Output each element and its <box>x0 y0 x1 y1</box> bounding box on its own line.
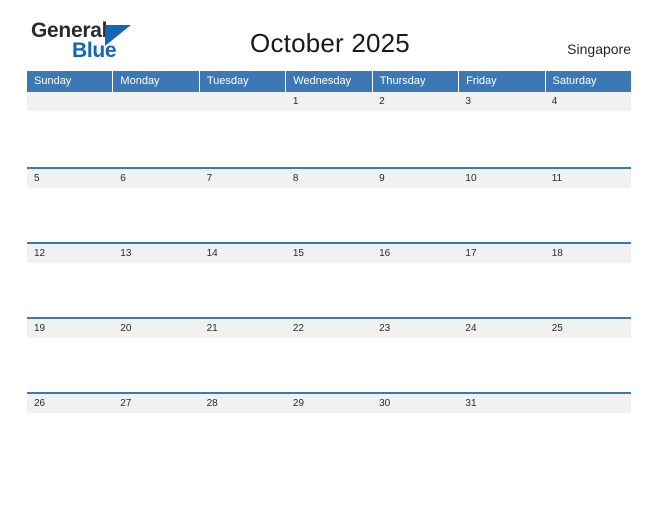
calendar-day-cell[interactable]: 15 <box>285 244 373 317</box>
calendar-day-cell[interactable]: 10 <box>458 169 545 242</box>
page-title: October 2025 <box>250 28 410 58</box>
calendar-day-cell[interactable]: 26 <box>27 394 114 467</box>
calendar-day-cell[interactable]: 30 <box>372 394 459 467</box>
weekday-header-monday: Monday <box>113 71 199 92</box>
calendar-day-cell[interactable]: 9 <box>372 169 459 242</box>
calendar-day-cell[interactable]: 14 <box>199 244 286 317</box>
day-band <box>372 169 459 188</box>
calendar-week-row: 19 20 21 22 23 24 25 <box>27 317 631 392</box>
calendar-day-cell[interactable]: 1 <box>285 92 373 165</box>
day-band <box>285 169 373 188</box>
calendar-day-cell[interactable]: 31 <box>458 394 545 467</box>
calendar-day-cell[interactable]: 20 <box>113 319 200 392</box>
day-band <box>199 92 286 111</box>
day-band <box>544 92 631 111</box>
calendar-day-cell[interactable]: 25 <box>544 319 631 392</box>
weekday-header-friday: Friday <box>459 71 545 92</box>
day-number: 17 <box>465 248 477 259</box>
day-number: 12 <box>34 248 46 259</box>
day-number: 22 <box>292 323 304 334</box>
day-band <box>27 92 114 111</box>
calendar-day-cell[interactable]: 11 <box>544 169 631 242</box>
calendar-day-cell[interactable]: 23 <box>372 319 459 392</box>
day-band <box>372 92 459 111</box>
day-number: 5 <box>34 173 40 184</box>
calendar-day-cell[interactable]: 27 <box>113 394 200 467</box>
calendar-day-cell[interactable]: 2 <box>372 92 459 165</box>
day-number: 11 <box>551 173 563 184</box>
calendar-day-cell[interactable]: 24 <box>458 319 545 392</box>
weekday-header-thursday: Thursday <box>372 71 459 92</box>
calendar-week-row: 1 2 3 4 <box>27 92 631 167</box>
calendar-day-cell[interactable]: 7 <box>199 169 286 242</box>
day-number: 27 <box>120 398 132 409</box>
day-band <box>199 169 286 188</box>
day-band <box>544 394 631 413</box>
calendar-day-cell[interactable] <box>27 92 114 165</box>
day-band <box>113 169 200 188</box>
day-number: 21 <box>206 323 218 334</box>
calendar-day-cell[interactable] <box>113 92 200 165</box>
calendar-day-cell[interactable]: 29 <box>285 394 373 467</box>
weekday-header-row: Sunday Monday Tuesday Wednesday Thursday… <box>27 71 631 92</box>
calendar-day-cell[interactable]: 13 <box>113 244 200 317</box>
calendar-week-row: 12 13 14 15 16 17 18 <box>27 242 631 317</box>
weekday-header-wednesday: Wednesday <box>286 71 372 92</box>
calendar-day-cell[interactable]: 3 <box>458 92 545 165</box>
day-number: 29 <box>292 398 304 409</box>
day-number: 18 <box>551 248 563 259</box>
day-number: 31 <box>465 398 477 409</box>
day-band <box>113 92 200 111</box>
day-number: 9 <box>379 173 385 184</box>
calendar-day-cell[interactable]: 8 <box>285 169 373 242</box>
calendar-day-cell[interactable]: 19 <box>27 319 114 392</box>
day-number: 24 <box>465 323 477 334</box>
calendar-day-cell[interactable]: 28 <box>199 394 286 467</box>
calendar-week-row: 26 27 28 29 30 31 <box>27 392 631 467</box>
day-number: 14 <box>206 248 218 259</box>
day-number: 15 <box>292 248 304 259</box>
calendar-day-cell[interactable]: 21 <box>199 319 286 392</box>
day-number: 1 <box>292 96 299 107</box>
calendar-day-cell[interactable]: 12 <box>27 244 114 317</box>
day-number: 23 <box>379 323 391 334</box>
calendar-day-cell[interactable] <box>544 394 631 467</box>
day-band <box>458 92 545 111</box>
day-band <box>285 92 373 111</box>
day-number: 13 <box>120 248 132 259</box>
day-number: 19 <box>34 323 46 334</box>
day-number: 4 <box>551 96 558 107</box>
day-number: 25 <box>551 323 563 334</box>
weekday-header-tuesday: Tuesday <box>199 71 286 92</box>
day-number: 10 <box>465 173 477 184</box>
calendar-day-cell[interactable]: 6 <box>113 169 200 242</box>
day-number: 16 <box>379 248 391 259</box>
calendar-day-cell[interactable]: 17 <box>458 244 545 317</box>
day-number: 6 <box>120 173 126 184</box>
calendar-table: Sunday Monday Tuesday Wednesday Thursday… <box>27 71 631 467</box>
day-number: 20 <box>120 323 132 334</box>
day-number: 2 <box>379 96 385 107</box>
calendar-week-row: 5 6 7 8 9 10 11 <box>27 167 631 242</box>
calendar-day-cell[interactable] <box>199 92 286 165</box>
day-number: 8 <box>292 173 299 184</box>
day-number: 26 <box>34 398 46 409</box>
weekday-header-saturday: Saturday <box>545 71 631 92</box>
calendar-day-cell[interactable]: 4 <box>544 92 631 165</box>
calendar-day-cell[interactable]: 18 <box>544 244 631 317</box>
page-header: General Blue October 2025 Singapore <box>0 0 660 71</box>
calendar-day-cell[interactable]: 16 <box>372 244 459 317</box>
weekday-header-sunday: Sunday <box>27 71 113 92</box>
day-number: 30 <box>379 398 391 409</box>
day-number: 28 <box>206 398 218 409</box>
locale-label: Singapore <box>567 41 631 57</box>
calendar-day-cell[interactable]: 22 <box>285 319 373 392</box>
calendar-page: General Blue October 2025 Singapore Sund… <box>0 0 660 510</box>
calendar-day-cell[interactable]: 5 <box>27 169 114 242</box>
day-number: 3 <box>465 96 471 107</box>
day-number: 7 <box>206 173 213 184</box>
